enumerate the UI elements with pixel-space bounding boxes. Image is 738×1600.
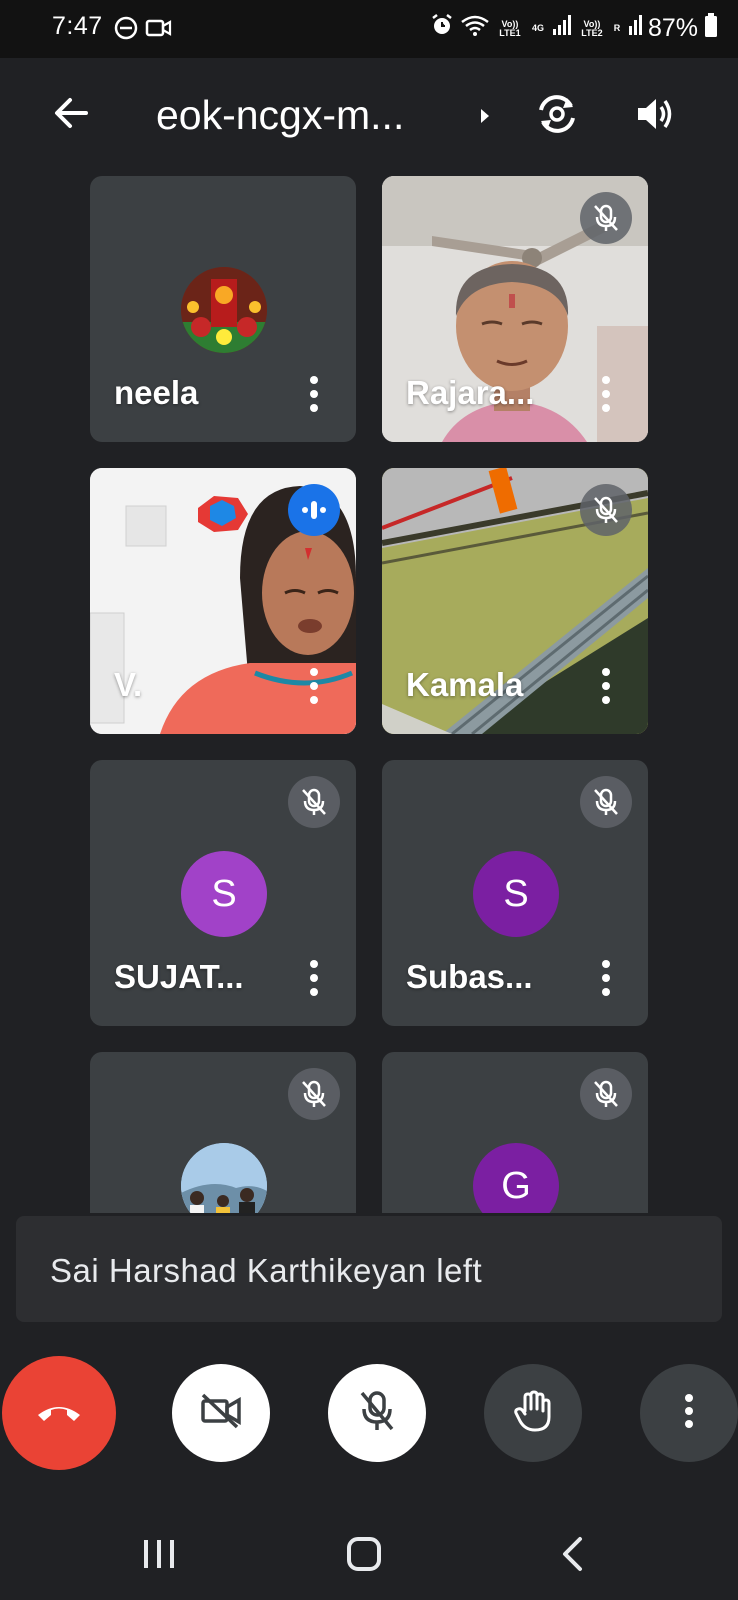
participant-name: Subas... xyxy=(406,958,533,995)
alarm-icon xyxy=(430,13,454,44)
network-2-label: Vo)) LTE2 xyxy=(581,18,603,38)
participant-tile[interactable]: G xyxy=(382,1052,648,1213)
system-nav-bar xyxy=(0,1500,738,1600)
speaking-indicator-icon xyxy=(288,484,340,536)
participant-more-icon[interactable] xyxy=(602,668,610,704)
meeting-header: eok-ncgx-m... xyxy=(0,58,738,168)
do-not-disturb-icon xyxy=(113,15,139,46)
participant-more-icon[interactable] xyxy=(310,376,318,412)
roaming-label: R xyxy=(613,23,621,33)
home-icon[interactable] xyxy=(346,1536,382,1577)
participant-grid: neela Rajara... V. Kamala S SUJAT... S S… xyxy=(0,168,738,1213)
participant-more-icon[interactable] xyxy=(602,960,610,996)
participant-tile[interactable]: Rajara... xyxy=(382,176,648,442)
participant-tile[interactable]: S Subas... xyxy=(382,760,648,1026)
speaker-icon[interactable] xyxy=(634,94,674,139)
mic-muted-badge xyxy=(580,192,632,244)
participant-name: neela xyxy=(114,374,199,411)
status-right: Vo)) LTE1 4G Vo)) LTE2 R 87% xyxy=(430,12,718,45)
end-call-icon xyxy=(34,1399,84,1428)
battery-percent: 87% xyxy=(647,14,698,42)
participant-tile[interactable]: Kamala xyxy=(382,468,648,734)
camera-toggle-button[interactable] xyxy=(172,1364,270,1462)
participant-avatar-initial: S xyxy=(181,851,267,937)
participant-name: Rajara... xyxy=(406,374,535,411)
more-options-button[interactable] xyxy=(640,1364,738,1462)
switch-camera-icon[interactable] xyxy=(535,92,579,141)
participant-tile[interactable]: S SUJAT... xyxy=(90,760,356,1026)
more-options-icon xyxy=(684,1393,694,1434)
back-arrow-icon[interactable] xyxy=(52,94,90,137)
status-bar: 7:47 Vo)) LTE1 4G Vo)) LTE2 R 87% xyxy=(0,0,738,58)
signal-2-icon xyxy=(628,14,642,43)
network-type-label: 4G xyxy=(531,23,544,33)
raise-hand-button[interactable] xyxy=(484,1364,582,1462)
participant-name: SUJAT... xyxy=(114,958,244,995)
participant-name: Kamala xyxy=(406,666,524,703)
participant-more-icon[interactable] xyxy=(310,668,318,704)
mic-muted-badge xyxy=(288,1068,340,1120)
participant-tile[interactable]: V. xyxy=(90,468,356,734)
wifi-icon xyxy=(460,13,490,44)
participant-avatar-photo xyxy=(181,267,267,353)
mic-muted-badge xyxy=(580,484,632,536)
participant-more-icon[interactable] xyxy=(602,376,610,412)
mic-muted-badge xyxy=(288,776,340,828)
video-recording-icon xyxy=(145,15,173,46)
end-call-button[interactable] xyxy=(2,1356,116,1470)
participant-name: V. xyxy=(114,666,143,703)
raise-hand-icon xyxy=(513,1389,553,1438)
network-1-label: Vo)) LTE1 xyxy=(499,18,521,38)
mic-muted-badge xyxy=(580,1068,632,1120)
meeting-code[interactable]: eok-ncgx-m... xyxy=(156,92,404,139)
participant-avatar-photo xyxy=(181,1143,267,1213)
caret-right-icon[interactable] xyxy=(478,106,492,131)
participant-more-icon[interactable] xyxy=(310,960,318,996)
mic-toggle-button[interactable] xyxy=(328,1364,426,1462)
back-icon[interactable] xyxy=(560,1536,584,1577)
toast-message: Sai Harshad Karthikeyan left xyxy=(50,1252,483,1289)
participant-avatar-initial: S xyxy=(473,851,559,937)
camera-off-icon xyxy=(199,1391,243,1436)
recent-apps-icon[interactable] xyxy=(142,1538,176,1575)
battery-icon xyxy=(704,12,718,45)
participant-left-toast: Sai Harshad Karthikeyan left xyxy=(16,1216,722,1322)
participant-tile[interactable]: neela xyxy=(90,176,356,442)
mic-muted-badge xyxy=(580,776,632,828)
signal-icon xyxy=(552,14,572,43)
participant-avatar-initial: G xyxy=(473,1143,559,1213)
mic-off-icon xyxy=(357,1389,397,1438)
status-time: 7:47 xyxy=(52,12,103,40)
participant-tile[interactable] xyxy=(90,1052,356,1213)
